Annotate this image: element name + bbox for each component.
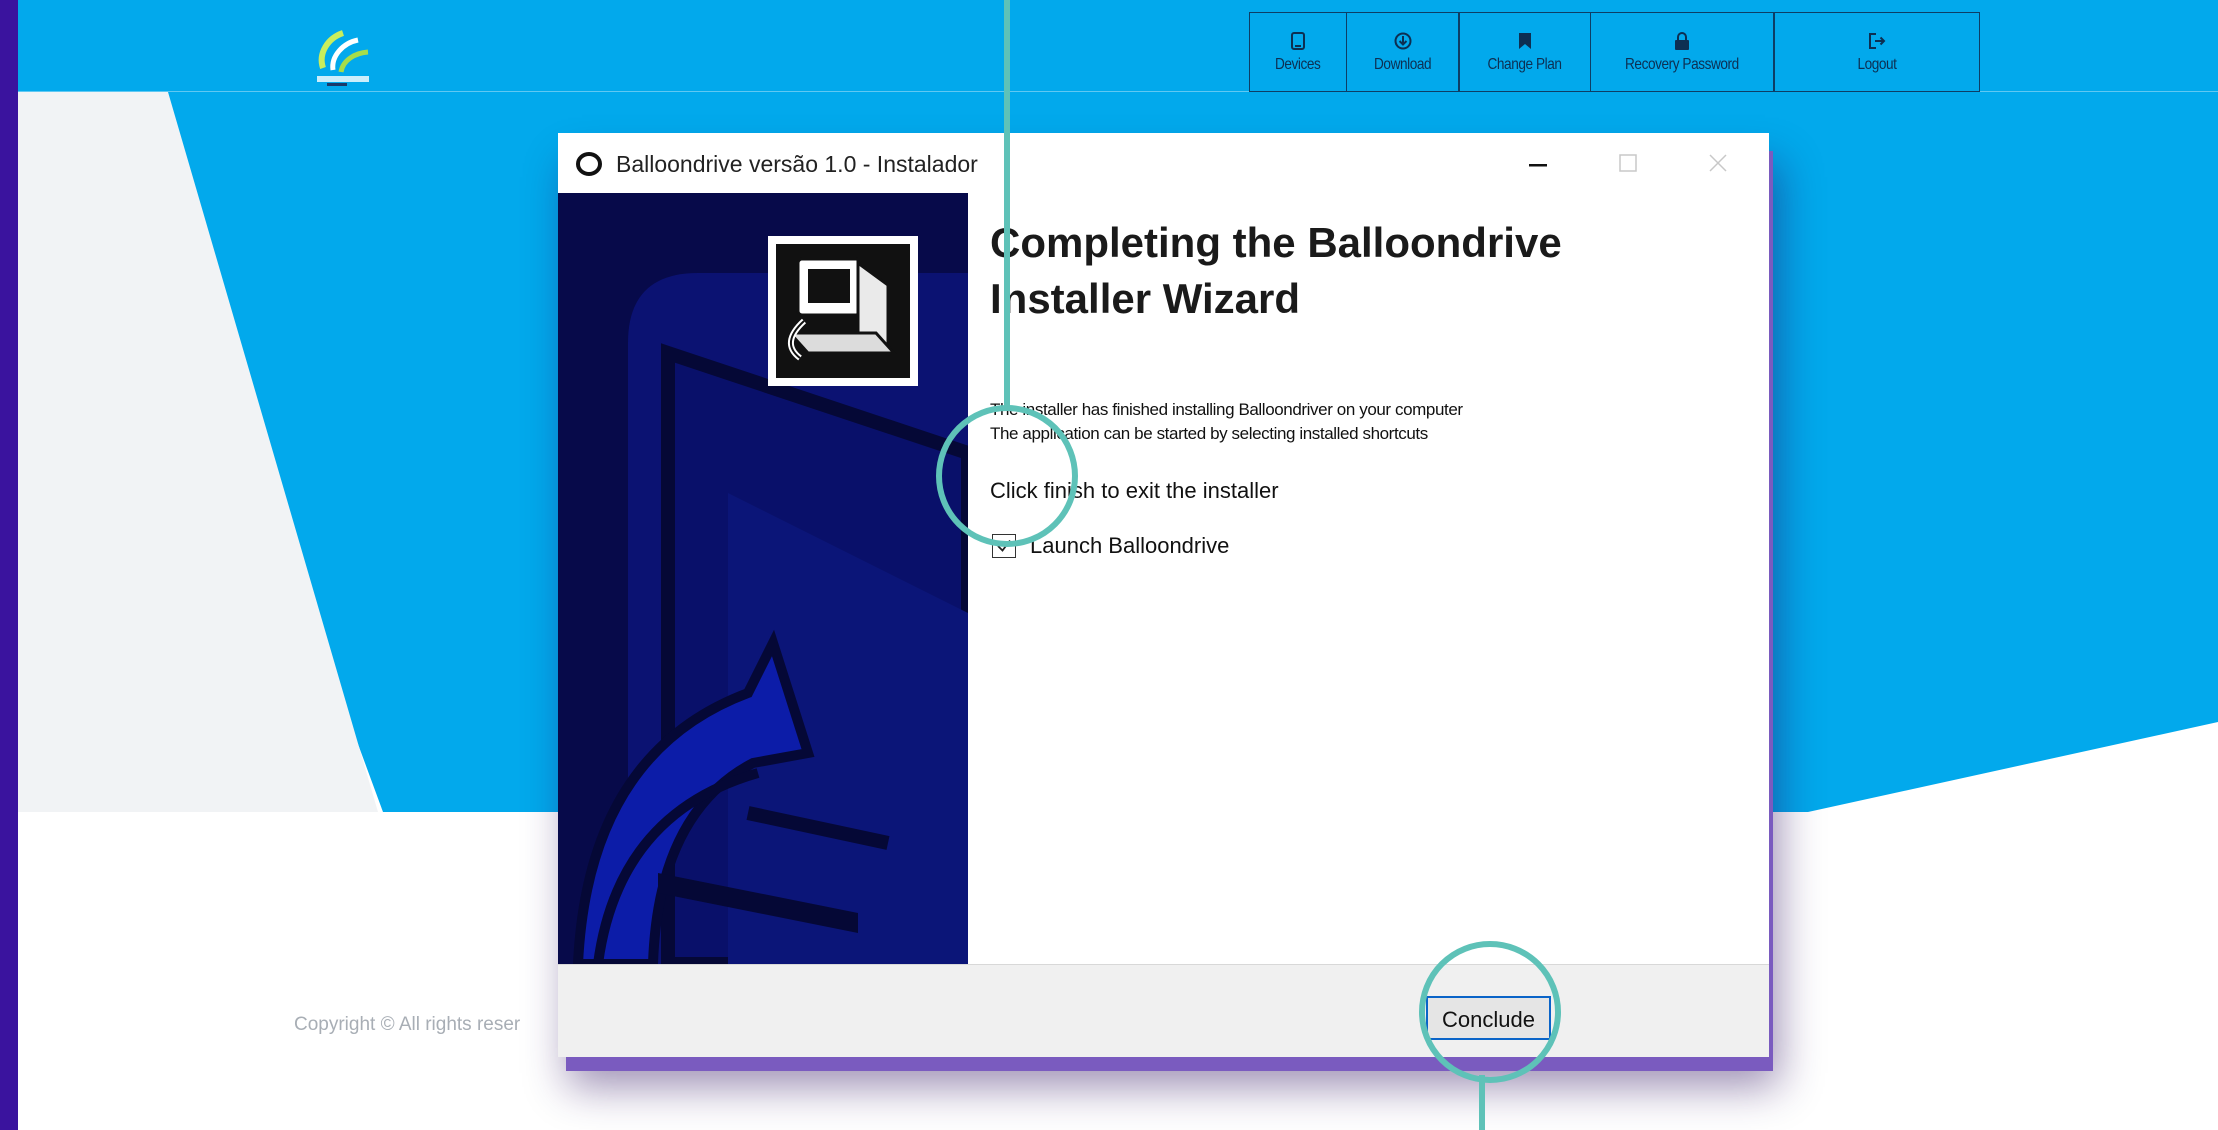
checkmark-icon	[997, 539, 1011, 552]
nav-devices[interactable]: Devices	[1249, 12, 1347, 92]
close-button[interactable]	[1688, 143, 1748, 183]
lock-icon	[1671, 30, 1693, 52]
installer-side-banner	[558, 193, 968, 964]
minimize-icon	[1529, 164, 1547, 167]
banner-artwork	[558, 193, 968, 964]
phone-icon	[1287, 30, 1309, 52]
site-logo[interactable]	[303, 28, 383, 88]
installer-content: Completing the Balloondrive Installer Wi…	[968, 193, 1769, 964]
nav-change-plan-label: Change Plan	[1487, 56, 1562, 73]
nav-change-plan[interactable]: Change Plan	[1458, 12, 1591, 92]
nav-logout-label: Logout	[1856, 56, 1897, 73]
logout-icon	[1866, 30, 1888, 52]
download-icon	[1392, 30, 1414, 52]
close-icon	[1709, 154, 1727, 172]
balloondrive-app-icon	[576, 152, 602, 176]
description-line-2: The application can be started by select…	[990, 424, 1428, 443]
minimize-button[interactable]	[1508, 143, 1568, 183]
maximize-icon	[1619, 154, 1637, 172]
annotation-pointer-line-bottom	[1479, 1075, 1485, 1130]
site-header: Devices Download Change Plan Recovery Pa…	[18, 0, 2218, 92]
copyright-text: Copyright © All rights reser	[294, 1014, 521, 1035]
conclude-button[interactable]: Conclude	[1426, 996, 1551, 1040]
nav-logout[interactable]: Logout	[1773, 12, 1980, 92]
bookmark-icon	[1514, 30, 1536, 52]
finish-instruction: Click finish to exit the installer	[990, 478, 1279, 503]
description-line-1: The installer has finished installing Ba…	[990, 400, 1463, 419]
dialog-title: Balloondrive versão 1.0 - Instalador	[616, 151, 978, 177]
launch-checkbox[interactable]	[992, 534, 1016, 558]
nav-devices-label: Devices	[1275, 56, 1321, 73]
maximize-button[interactable]	[1598, 143, 1658, 183]
annotation-pointer-line-top	[1004, 0, 1010, 410]
installer-dialog: Balloondrive versão 1.0 - Instalador Com…	[558, 133, 1769, 1057]
wizard-heading: Completing the Balloondrive Installer Wi…	[990, 219, 1562, 322]
website-background: Devices Download Change Plan Recovery Pa…	[18, 0, 2218, 1130]
nav-download-label: Download	[1373, 56, 1432, 73]
nav-download[interactable]: Download	[1345, 12, 1460, 92]
installer-footer: Conclude	[558, 964, 1769, 1057]
nav-recovery-password[interactable]: Recovery Password	[1589, 12, 1775, 92]
dialog-titlebar[interactable]: Balloondrive versão 1.0 - Instalador	[558, 133, 1769, 193]
launch-balloondrive-option[interactable]: Launch Balloondrive	[992, 533, 1229, 559]
main-nav: Devices Download Change Plan Recovery Pa…	[1249, 12, 1980, 92]
launch-checkbox-label: Launch Balloondrive	[1030, 533, 1230, 558]
nav-recovery-password-label: Recovery Password	[1625, 56, 1739, 73]
